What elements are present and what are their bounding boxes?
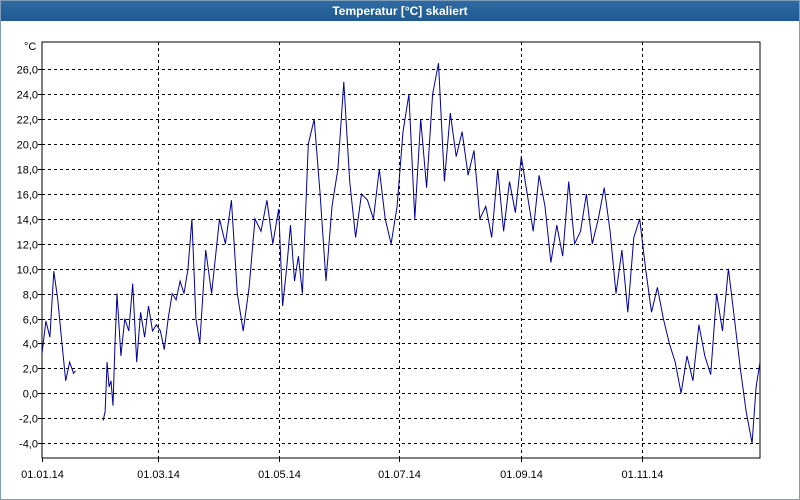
y-tick-label: -4,0 xyxy=(19,439,38,451)
y-tick-label: 0,0 xyxy=(23,389,38,401)
y-tick-label: 26,0 xyxy=(17,65,38,77)
plot-area xyxy=(41,41,761,459)
y-tick-label: 18,0 xyxy=(17,165,38,177)
x-tick-label: 01.07.14 xyxy=(378,469,421,481)
y-tick-label: 14,0 xyxy=(17,215,38,227)
y-tick-label: 22,0 xyxy=(17,115,38,127)
y-tick-label: 2,0 xyxy=(23,364,38,376)
y-tick-label: -2,0 xyxy=(19,414,38,426)
y-tick-label: 24,0 xyxy=(17,90,38,102)
y-tick-label: 20,0 xyxy=(17,140,38,152)
x-tick-label: 01.11.14 xyxy=(621,469,663,481)
x-tick-label: 01.03.14 xyxy=(137,469,180,481)
y-tick-label: 10,0 xyxy=(17,265,38,277)
y-tick-label: 8,0 xyxy=(23,290,38,302)
y-unit-label: °C xyxy=(24,41,36,53)
chart: 26,0 24,0 22,0 20,0 18,0 16,0 14,0 12,0 10,0 8,0 6… xyxy=(17,41,761,481)
y-axis: 26,0 24,0 22,0 20,0 18,0 16,0 14,0 12,0 10,0 8,0 6… xyxy=(17,65,42,451)
x-tick-label: 01.05.14 xyxy=(258,469,301,481)
x-tick-label: 01.09.14 xyxy=(500,469,543,481)
x-axis: 01.01.14 01.03.14 01.05.14 01.07.14 01.09.14… xyxy=(21,458,664,481)
y-tick-label: 6,0 xyxy=(23,315,38,327)
x-tick-label: 01.01.14 xyxy=(21,469,64,481)
y-tick-label: 4,0 xyxy=(23,339,38,351)
y-tick-label: 16,0 xyxy=(17,190,38,202)
y-tick-label: 12,0 xyxy=(17,240,38,252)
